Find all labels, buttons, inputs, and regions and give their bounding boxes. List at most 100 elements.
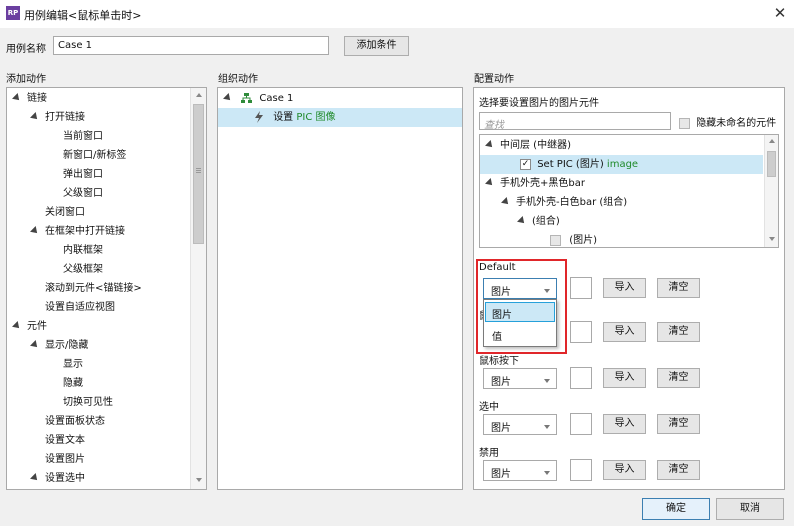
tree-item-set-panel-state[interactable]: 设置面板状态 [45, 412, 105, 431]
tree-item-show-hide[interactable]: 显示/隐藏 [30, 336, 88, 355]
state-selected-type-select[interactable]: 图片 [483, 414, 557, 435]
state-hover-image-swatch[interactable] [570, 321, 592, 343]
expand-triangle-icon [30, 226, 40, 236]
widget-tree-scrollbar[interactable] [764, 135, 778, 247]
chevron-down-icon [544, 379, 550, 383]
action-node-set-image[interactable]: 设置 PIC 图像 [218, 108, 462, 127]
state-label-mouse-down: 鼠标按下 [479, 356, 519, 367]
cancel-button[interactable]: 取消 [716, 498, 784, 520]
tree-item-toggle-visibility[interactable]: 切换可见性 [63, 393, 113, 412]
tree-item-current-window[interactable]: 当前窗口 [63, 127, 103, 146]
state-mouse-down-image-swatch[interactable] [570, 367, 592, 389]
tree-item-open-link[interactable]: 打开链接 [30, 108, 85, 127]
tree-item-link[interactable]: 链接 [12, 89, 47, 108]
state-mouse-down-import-button[interactable]: 导入 [603, 368, 646, 388]
highlight-annotation [476, 259, 567, 354]
state-selected-import-button[interactable]: 导入 [603, 414, 646, 434]
scrollbar-thumb[interactable] [193, 104, 204, 244]
lightning-icon [255, 111, 263, 123]
expand-triangle-icon [12, 321, 22, 331]
state-default-clear-button[interactable]: 清空 [657, 278, 700, 298]
widget-node-phone-case-white[interactable]: 手机外壳-白色bar (组合) [501, 193, 627, 212]
widget-node-image[interactable]: (图片) [550, 231, 597, 247]
add-actions-header: 添加动作 [6, 74, 46, 85]
expand-triangle-icon [223, 93, 233, 103]
state-mouse-down-type-select[interactable]: 图片 [483, 368, 557, 389]
add-actions-scrollbar[interactable] [190, 88, 206, 489]
organize-actions-panel: Case 1 设置 PIC 图像 [217, 87, 463, 490]
grip-icon [196, 168, 201, 169]
state-mouse-down-clear-button[interactable]: 清空 [657, 368, 700, 388]
tree-item-set-text[interactable]: 设置文本 [45, 431, 85, 450]
tree-item-scroll-to[interactable]: 滚动到元件<锚链接> [45, 279, 142, 298]
hide-unnamed-checkbox[interactable]: 隐藏未命名的元件 [679, 114, 776, 129]
select-image-widget-label: 选择要设置图片的图片元件 [479, 98, 599, 109]
scroll-up-icon[interactable] [769, 139, 775, 143]
state-hover-clear-button[interactable]: 清空 [657, 322, 700, 342]
app-logo-icon: RP [6, 6, 20, 20]
tree-item-set-selected[interactable]: 设置选中 [30, 469, 85, 488]
search-placeholder: 查找 [484, 120, 504, 131]
expand-triangle-icon [501, 197, 511, 207]
tree-item-hide[interactable]: 隐藏 [63, 374, 83, 393]
expand-triangle-icon [30, 340, 40, 350]
scroll-down-icon[interactable] [196, 478, 202, 482]
close-icon[interactable]: ✕ [772, 4, 788, 22]
set-pic-suffix: image [606, 159, 639, 170]
state-disabled-import-button[interactable]: 导入 [603, 460, 646, 480]
case-label: Case 1 [259, 93, 294, 104]
config-actions-header: 配置动作 [474, 74, 514, 85]
tree-item-parent-frame[interactable]: 父级框架 [63, 260, 103, 279]
state-disabled-type-select[interactable]: 图片 [483, 460, 557, 481]
state-label-disabled: 禁用 [479, 448, 499, 459]
checkbox-icon[interactable] [550, 234, 561, 246]
widget-node-set-pic[interactable]: ✓ Set PIC (图片) image [480, 155, 763, 174]
ok-button[interactable]: 确定 [642, 498, 710, 520]
state-default-import-button[interactable]: 导入 [603, 278, 646, 298]
expand-triangle-icon [485, 140, 495, 150]
scroll-down-icon[interactable] [769, 237, 775, 241]
tree-item-inline-frame[interactable]: 内联框架 [63, 241, 103, 260]
widget-node-phone-case[interactable]: 手机外壳+黑色bar [485, 174, 585, 193]
scroll-up-icon[interactable] [196, 93, 202, 97]
tree-item-new-window[interactable]: 新窗口/新标签 [63, 146, 126, 165]
tree-item-popup[interactable]: 弹出窗口 [63, 165, 103, 184]
expand-triangle-icon [12, 93, 22, 103]
case-name-value: Case 1 [58, 40, 93, 51]
widget-node-layer[interactable]: 中间层 (中继器) [485, 136, 571, 155]
action-target: PIC 图像 [296, 112, 336, 123]
widget-tree: 中间层 (中继器) ✓ Set PIC (图片) image 手机外壳+黑色ba… [479, 134, 779, 248]
state-selected-clear-button[interactable]: 清空 [657, 414, 700, 434]
tree-item-adaptive-view[interactable]: 设置自适应视图 [45, 298, 115, 317]
hide-unnamed-label: 隐藏未命名的元件 [696, 118, 777, 129]
search-input[interactable]: 查找 [479, 112, 671, 131]
expand-triangle-icon [485, 178, 495, 188]
state-disabled-clear-button[interactable]: 清空 [657, 460, 700, 480]
tree-item-widgets[interactable]: 元件 [12, 317, 47, 336]
checked-checkbox-icon[interactable]: ✓ [520, 158, 531, 170]
state-default-image-swatch[interactable] [570, 277, 592, 299]
tree-item-parent-window[interactable]: 父级窗口 [63, 184, 103, 203]
state-hover-import-button[interactable]: 导入 [603, 322, 646, 342]
action-prefix: 设置 [273, 112, 294, 123]
state-selected-image-swatch[interactable] [570, 413, 592, 435]
expand-triangle-icon [30, 473, 40, 483]
state-disabled-image-swatch[interactable] [570, 459, 592, 481]
tree-item-show[interactable]: 显示 [63, 355, 83, 374]
state-label-selected: 选中 [479, 402, 499, 413]
chevron-down-icon [544, 471, 550, 475]
tree-item-close-window[interactable]: 关闭窗口 [45, 203, 85, 222]
chevron-down-icon [544, 425, 550, 429]
tree-item-set-image[interactable]: 设置图片 [45, 450, 85, 469]
window-title: 用例编辑<鼠标单击时> [24, 9, 142, 22]
checkbox-icon [679, 117, 690, 129]
set-pic-label: Set PIC (图片) [537, 159, 604, 170]
organize-actions-header: 组织动作 [218, 74, 258, 85]
add-condition-button[interactable]: 添加条件 [344, 36, 409, 56]
scrollbar-thumb[interactable] [767, 151, 776, 177]
widget-node-group[interactable]: (组合) [517, 212, 560, 231]
case-flow-icon [241, 92, 253, 103]
case-node[interactable]: Case 1 [223, 89, 294, 108]
tree-item-open-in-frame[interactable]: 在框架中打开链接 [30, 222, 125, 241]
case-name-input[interactable]: Case 1 [53, 36, 329, 55]
